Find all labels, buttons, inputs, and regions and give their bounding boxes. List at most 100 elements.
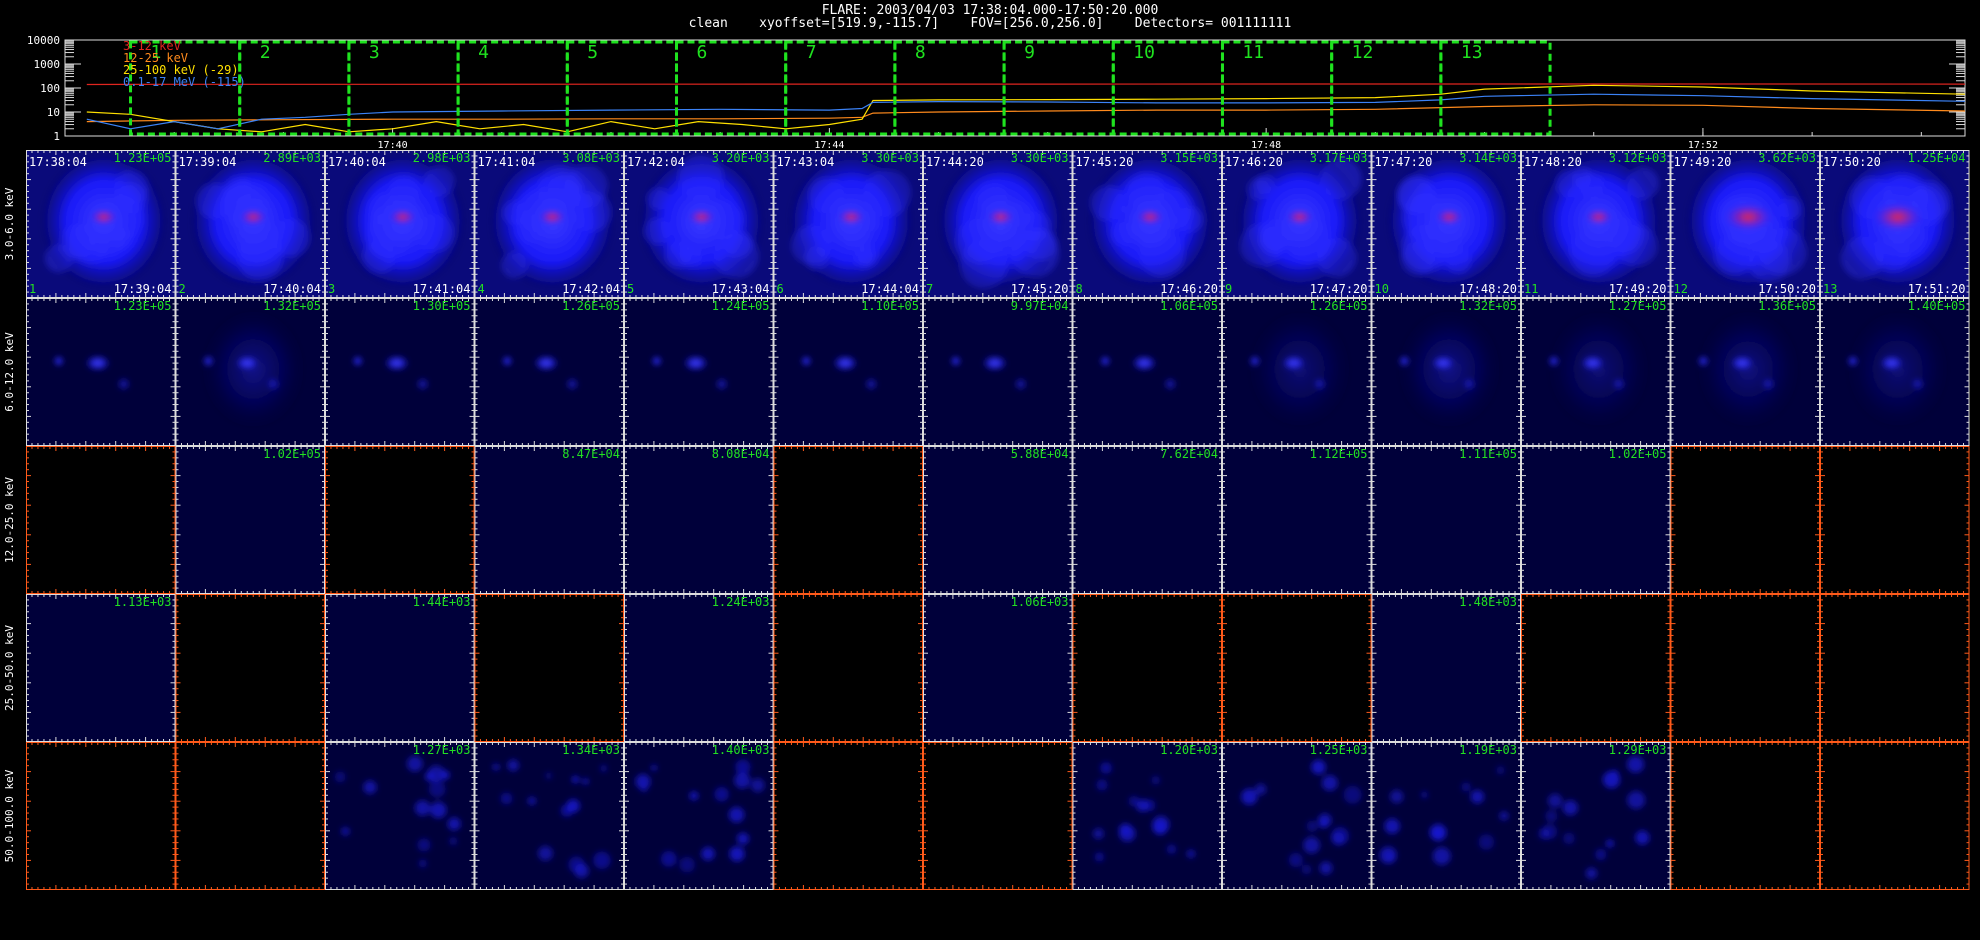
- peak-value: 3.62E+03: [1758, 151, 1816, 165]
- cell-background: [923, 594, 1073, 742]
- peak-value: 1.23E+05: [114, 151, 172, 165]
- end-time: 17:51:20: [1908, 282, 1966, 296]
- source-spot: [503, 357, 512, 366]
- source-core: [1871, 202, 1924, 232]
- interval-box: [1002, 40, 1115, 136]
- source-lobe: [804, 246, 829, 271]
- source-lobe: [1286, 218, 1332, 264]
- interval-index: 2: [179, 282, 186, 296]
- image-cell: 3.14E+03 17:47:20 17:48:20 10: [1371, 150, 1521, 298]
- peak-value: 1.10E+05: [861, 299, 919, 313]
- source-core: [1722, 202, 1775, 232]
- start-time: 17:50:20: [1823, 155, 1881, 169]
- image-cell: [325, 446, 475, 594]
- y-tick-label: 1000: [34, 58, 61, 71]
- source-blob: [1535, 152, 1662, 290]
- peak-value: 1.06E+05: [1160, 299, 1218, 313]
- start-time: 17:45:20: [1076, 155, 1134, 169]
- interval-box: [1220, 40, 1334, 136]
- peak-value: 1.26E+05: [1310, 299, 1368, 313]
- source-core: [1429, 354, 1458, 373]
- end-time: 17:50:20: [1758, 282, 1816, 296]
- source-core: [1877, 354, 1906, 373]
- x-tick-label: 17:52: [1688, 140, 1718, 150]
- source-lobe: [114, 170, 149, 205]
- source-spot: [1250, 357, 1259, 366]
- source-blob: [1685, 152, 1812, 290]
- source-blob: [788, 152, 915, 290]
- image-cell: 2.98E+03 17:40:04 17:41:04 3: [325, 150, 475, 298]
- image-cell: 2.89E+03 17:39:04 17:40:04 2: [175, 150, 325, 298]
- interval-box: [674, 40, 788, 136]
- source-blob: [1694, 306, 1803, 432]
- interval-index: 12: [1674, 282, 1688, 296]
- source-lobe: [362, 240, 396, 274]
- cell-background: [325, 446, 475, 594]
- source-core: [986, 209, 1015, 225]
- source-lobe: [1748, 240, 1791, 283]
- end-time: 17:42:04: [562, 282, 620, 296]
- image-cell: 1.32E+05: [175, 298, 325, 446]
- image-cell: 1.27E+05: [1521, 298, 1671, 446]
- source-blob: [1843, 306, 1952, 432]
- source-spot: [716, 379, 727, 390]
- image-cell: 1.26E+05: [474, 298, 624, 446]
- interval-label: 8: [915, 42, 926, 63]
- source-blob: [40, 152, 167, 290]
- image-cell: 1.44E+03: [325, 594, 475, 742]
- image-cell: 1.24E+03: [624, 594, 774, 742]
- source-spot: [417, 379, 428, 390]
- source-spot: [204, 357, 213, 366]
- peak-value: 1.24E+05: [712, 299, 770, 313]
- source-core: [681, 354, 710, 373]
- peak-value: 1.23E+05: [114, 299, 172, 313]
- image-cell: 9.97E+04: [923, 298, 1073, 446]
- interval-box: [1439, 40, 1552, 136]
- peak-value: 1.27E+05: [1609, 299, 1667, 313]
- image-cell: 1.02E+05: [175, 446, 325, 594]
- peak-value: 5.88E+04: [1011, 447, 1069, 461]
- end-time: 17:44:04: [861, 282, 919, 296]
- interval-box: [1111, 40, 1224, 136]
- image-cell: [773, 594, 923, 742]
- source-lobe: [502, 200, 527, 225]
- source-blob: [199, 306, 308, 432]
- interval-label: 9: [1024, 42, 1035, 63]
- source-blob: [339, 152, 466, 290]
- y-tick-label: 10000: [27, 34, 60, 47]
- image-cell: 1.30E+05: [325, 298, 475, 446]
- cell-background: [1670, 446, 1820, 594]
- end-time: 17:47:20: [1310, 282, 1368, 296]
- start-time: 17:44:20: [926, 155, 984, 169]
- source-spot: [802, 357, 811, 366]
- image-cell: 3.30E+03 17:44:20 17:45:20 7: [923, 150, 1073, 298]
- source-core: [837, 209, 866, 225]
- start-time: 17:49:20: [1674, 155, 1732, 169]
- source-core: [1435, 209, 1464, 225]
- peak-value: 3.14E+03: [1459, 151, 1517, 165]
- source-spot: [951, 357, 960, 366]
- x-tick-label: 17:40: [378, 140, 408, 150]
- source-core: [1285, 209, 1314, 225]
- peak-value: 1.32E+05: [263, 299, 321, 313]
- image-cell: [1670, 446, 1820, 594]
- interval-label: 4: [478, 42, 489, 63]
- source-spot: [567, 379, 578, 390]
- source-lobe: [1779, 197, 1802, 220]
- cell-background: [923, 446, 1073, 594]
- interval-label: 10: [1133, 42, 1155, 63]
- lightcurve-plot: 10000 1000 100 10 1 17:40 17:44 17:48 17:52 1 2 3 4 5…: [27, 34, 1966, 150]
- header-line-2: clean xyoffset=[519.9,-115.7] FOV=[256.0…: [688, 16, 1292, 31]
- source-blob: [1544, 306, 1653, 432]
- image-cell: 3.08E+03 17:41:04 17:42:04 4: [474, 150, 624, 298]
- peak-value: 1.11E+05: [1459, 447, 1517, 461]
- peak-value: 3.30E+03: [861, 151, 919, 165]
- row-label: 3.0-6.0 keV: [3, 187, 16, 260]
- start-time: 17:43:04: [777, 155, 835, 169]
- image-cell: 3.12E+03 17:48:20 17:49:20 11: [1521, 150, 1671, 298]
- interval-index: 8: [1076, 282, 1083, 296]
- cell-background: [1521, 446, 1671, 594]
- peak-value: 3.12E+03: [1609, 151, 1667, 165]
- cell-background: [1820, 446, 1970, 594]
- source-core: [687, 209, 716, 225]
